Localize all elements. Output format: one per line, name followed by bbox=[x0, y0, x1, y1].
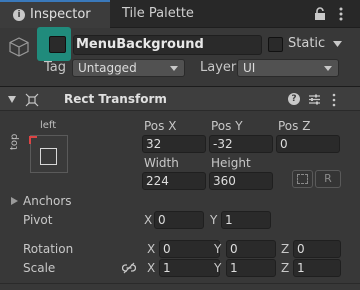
chevron-down-icon bbox=[170, 66, 178, 71]
static-checkbox[interactable] bbox=[268, 37, 283, 52]
pos-y-label: Pos Y bbox=[211, 119, 243, 133]
kebab-menu-icon[interactable] bbox=[338, 6, 344, 22]
tag-value: Untagged bbox=[78, 61, 137, 75]
rotation-x-label: X bbox=[147, 242, 156, 256]
width-value: 224 bbox=[146, 174, 169, 188]
kebab-menu-icon[interactable] bbox=[332, 93, 336, 107]
divider bbox=[0, 283, 360, 284]
static-label: Static bbox=[288, 36, 326, 51]
blueprint-mode-button[interactable] bbox=[292, 170, 313, 188]
anchor-vertical-label: top bbox=[9, 133, 20, 150]
scale-y-label: Y bbox=[214, 261, 222, 275]
pos-y-value: -32 bbox=[213, 137, 233, 151]
rotation-y-label: Y bbox=[214, 242, 222, 256]
pivot-y-field[interactable]: 1 bbox=[221, 211, 271, 229]
tab-tile-palette[interactable]: Tile Palette bbox=[122, 6, 194, 21]
scale-y-value: 1 bbox=[230, 261, 238, 275]
pos-z-label: Pos Z bbox=[278, 119, 311, 133]
height-label: Height bbox=[211, 156, 251, 170]
pos-z-field[interactable]: 0 bbox=[276, 135, 340, 153]
info-icon: i bbox=[13, 9, 25, 21]
height-value: 360 bbox=[213, 174, 236, 188]
height-field[interactable]: 360 bbox=[209, 172, 273, 190]
rotation-z-field[interactable]: 0 bbox=[293, 240, 341, 258]
pivot-y-value: 1 bbox=[225, 213, 233, 227]
width-label: Width bbox=[144, 156, 179, 170]
blueprint-icon bbox=[297, 174, 308, 184]
layer-value: UI bbox=[243, 61, 256, 75]
active-checkbox[interactable] bbox=[49, 36, 66, 53]
pos-x-field[interactable]: 32 bbox=[142, 135, 206, 153]
pos-y-field[interactable]: -32 bbox=[209, 135, 273, 153]
scale-z-field[interactable]: 1 bbox=[293, 259, 341, 277]
scale-x-label: X bbox=[147, 261, 156, 275]
gameobject-cube-icon bbox=[9, 37, 29, 57]
scale-label: Scale bbox=[23, 261, 56, 275]
rotation-y-value: 0 bbox=[230, 242, 238, 256]
layer-dropdown[interactable]: UI bbox=[237, 59, 339, 77]
scale-z-value: 1 bbox=[297, 261, 305, 275]
foldout-collapsed-icon[interactable] bbox=[11, 197, 18, 205]
scale-x-value: 1 bbox=[163, 261, 171, 275]
constrain-proportions-link-icon[interactable] bbox=[122, 262, 136, 274]
foldout-expanded-icon[interactable] bbox=[8, 96, 16, 103]
tab-inspector-label: Inspector bbox=[30, 7, 91, 22]
anchors-foldout-label[interactable]: Anchors bbox=[23, 194, 72, 208]
tab-inspector[interactable]: i Inspector bbox=[0, 0, 110, 28]
pos-x-label: Pos X bbox=[144, 119, 177, 133]
rotation-x-value: 0 bbox=[163, 242, 171, 256]
rect-transform-icon bbox=[25, 93, 39, 107]
pivot-y-label: Y bbox=[210, 213, 218, 227]
pivot-x-label: X bbox=[144, 213, 153, 227]
scale-y-field[interactable]: 1 bbox=[226, 259, 276, 277]
anchor-preset-rect bbox=[40, 148, 57, 165]
presets-icon[interactable] bbox=[308, 93, 321, 106]
lock-icon[interactable] bbox=[313, 7, 327, 21]
object-name-text: MenuBackground bbox=[76, 37, 204, 52]
scale-x-field[interactable]: 1 bbox=[159, 259, 220, 277]
static-dropdown-icon[interactable] bbox=[333, 41, 342, 47]
tag-label: Tag bbox=[44, 60, 67, 75]
rotation-z-label: Z bbox=[281, 242, 290, 256]
rotation-y-field[interactable]: 0 bbox=[226, 240, 276, 258]
rotation-label: Rotation bbox=[23, 242, 74, 256]
tag-dropdown[interactable]: Untagged bbox=[72, 59, 185, 77]
scale-z-label: Z bbox=[281, 261, 290, 275]
pos-x-value: 32 bbox=[146, 137, 162, 151]
anchor-corner-marker bbox=[29, 136, 37, 144]
rotation-z-value: 0 bbox=[297, 242, 305, 256]
pivot-x-field[interactable]: 0 bbox=[154, 211, 204, 229]
layer-label: Layer bbox=[200, 60, 237, 75]
help-icon[interactable]: ? bbox=[288, 93, 300, 105]
pos-z-value: 0 bbox=[280, 137, 288, 151]
width-field[interactable]: 224 bbox=[142, 172, 206, 190]
rotation-x-field[interactable]: 0 bbox=[159, 240, 220, 258]
pivot-x-value: 0 bbox=[158, 213, 166, 227]
component-header[interactable] bbox=[0, 87, 360, 111]
object-name-field[interactable]: MenuBackground bbox=[73, 35, 262, 55]
raw-edit-button[interactable]: R bbox=[315, 170, 341, 188]
anchor-horizontal-label: left bbox=[40, 120, 57, 131]
component-title: Rect Transform bbox=[64, 92, 167, 106]
pivot-label: Pivot bbox=[23, 213, 53, 227]
chevron-down-icon bbox=[324, 66, 332, 71]
